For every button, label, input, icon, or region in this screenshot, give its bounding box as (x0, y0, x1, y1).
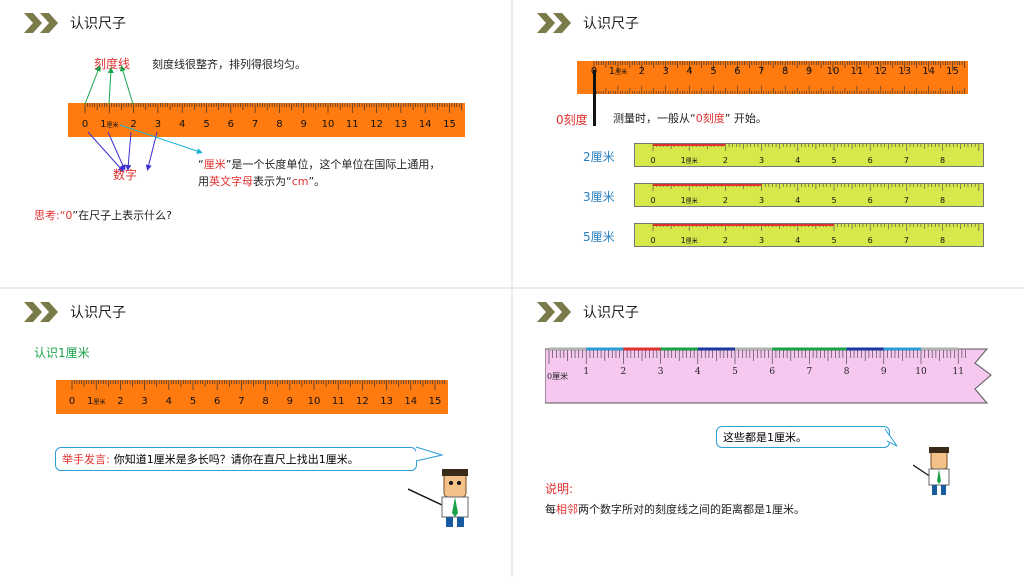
ruler-number: 4 (795, 236, 801, 245)
ruler-number: 12 (874, 66, 888, 77)
ruler-number: 6 (867, 236, 873, 245)
chevron-icon (537, 13, 571, 33)
ruler-number: 1厘米 (608, 66, 628, 77)
ruler-number: 8 (940, 196, 946, 205)
measure-label: 2厘米 (583, 150, 615, 164)
cm-description-line2: 用英文字母表示为“cm”。 (198, 175, 326, 188)
ruler-number: 1厘米 (680, 156, 698, 165)
ruler-numbers: 01厘米23456789101112131415 (577, 66, 968, 80)
note-text: 每相邻两个数字所对的刻度线之间的距离都是1厘米。 (545, 503, 805, 516)
ruler-number: 0 (650, 156, 656, 165)
ruler-number: 15 (946, 66, 959, 77)
ruler-unit: 厘米 (685, 238, 698, 245)
ruler-number: 10 (826, 66, 840, 77)
zero-label: 0刻度 (556, 113, 588, 127)
ruler-number: 3 (759, 196, 765, 205)
slide-2: 认识尺子 0 1厘米 2 3 4 5 6 7 8 9 10 11 12 13 14 15 0刻度 测量时，一般… (513, 0, 1024, 287)
ruler-number: 1厘米 (680, 236, 698, 245)
measure-label: 5厘米 (583, 230, 615, 244)
measure-note: 测量时，一般从“0刻度” 开始。 (613, 112, 767, 125)
ruler-number: 7 (903, 196, 909, 205)
pointer-arrows (84, 65, 203, 173)
measure-label: 3厘米 (583, 190, 615, 204)
ruler-number: 11 (850, 66, 864, 77)
green-ruler: 0 1厘米 2 3 4 5 6 7 8 (634, 223, 984, 247)
orange-ruler: 01厘米23456789101112131415 (577, 61, 968, 94)
ruler-number: 3 (759, 236, 765, 245)
ruler-number: 6 (734, 66, 741, 77)
ruler-number: 0 (650, 196, 656, 205)
bubble-tail (884, 428, 898, 447)
cm-word: 厘米 (203, 158, 226, 171)
think-question: 思考:“0”在尺子上表示什么? (34, 209, 172, 222)
ruler-number: 8 (782, 66, 789, 77)
slide-header: 认识尺子 (537, 12, 639, 34)
label-number: 数字 (113, 168, 138, 182)
ruler-number: 13 (898, 66, 912, 77)
ruler-number: 9 (805, 66, 813, 77)
slide-3: 认识尺子 认识1厘米 0 1厘米 2 3 4 5 6 7 8 9 10 11 12 13 14 15 举手发言… (0, 289, 511, 577)
teacher-avatar (913, 447, 950, 495)
ruler-number: 7 (903, 156, 909, 165)
ruler-number: 7 (758, 66, 765, 77)
ruler-unit: 厘米 (615, 69, 628, 76)
ruler-number: 8 (940, 156, 946, 165)
ruler-number: 5 (831, 156, 837, 165)
slide-title: 认识尺子 (583, 16, 639, 32)
ruler-number: 3 (759, 156, 765, 165)
slide-1: 认识尺子 刻度线 刻度线很整齐，排列得很均匀。 0 1厘米 2 3 4 5 6 7 8 9 10 11… (0, 0, 511, 287)
ruler-number: 2 (638, 66, 645, 77)
ruler-number: 7 (903, 236, 909, 245)
ruler-number: 5 (710, 66, 717, 77)
bubble-tail (415, 446, 444, 462)
ruler-number: 4 (686, 66, 693, 77)
cm-description-line1: “厘米”是一个长度单位，这个单位在国际上通用， (198, 158, 441, 171)
ruler-number: 14 (922, 66, 935, 77)
ruler-number: 3 (662, 66, 669, 77)
ruler-number: 8 (940, 236, 946, 245)
ruler-number: 1厘米 (680, 196, 698, 205)
ruler-number: 2 (722, 196, 728, 205)
ruler-unit: 厘米 (685, 158, 698, 165)
slide-4: 认识尺子 0厘米 1 2 3 4 5 6 7 8 9 10 11 这些都是1厘米。 说明: 每相邻两个… (513, 289, 1024, 577)
ruler-number: 0 (650, 236, 656, 245)
ruler-number: 6 (867, 196, 873, 205)
ruler-number: 2 (722, 236, 728, 245)
ruler-number: 2 (722, 156, 728, 165)
ruler-number: 4 (795, 156, 801, 165)
ruler-number: 5 (831, 236, 837, 245)
ruler-number: 5 (831, 196, 837, 205)
note-title: 说明: (545, 482, 574, 496)
green-ruler: 0 1厘米 2 3 4 5 6 7 8 (634, 143, 984, 167)
teacher-avatar (408, 469, 469, 527)
ruler-number: 4 (795, 196, 801, 205)
ruler-number: 6 (867, 156, 873, 165)
zero-marker-line (593, 70, 596, 126)
green-ruler: 0 1厘米 2 3 4 5 6 7 8 (634, 183, 984, 207)
ruler-unit: 厘米 (685, 198, 698, 205)
